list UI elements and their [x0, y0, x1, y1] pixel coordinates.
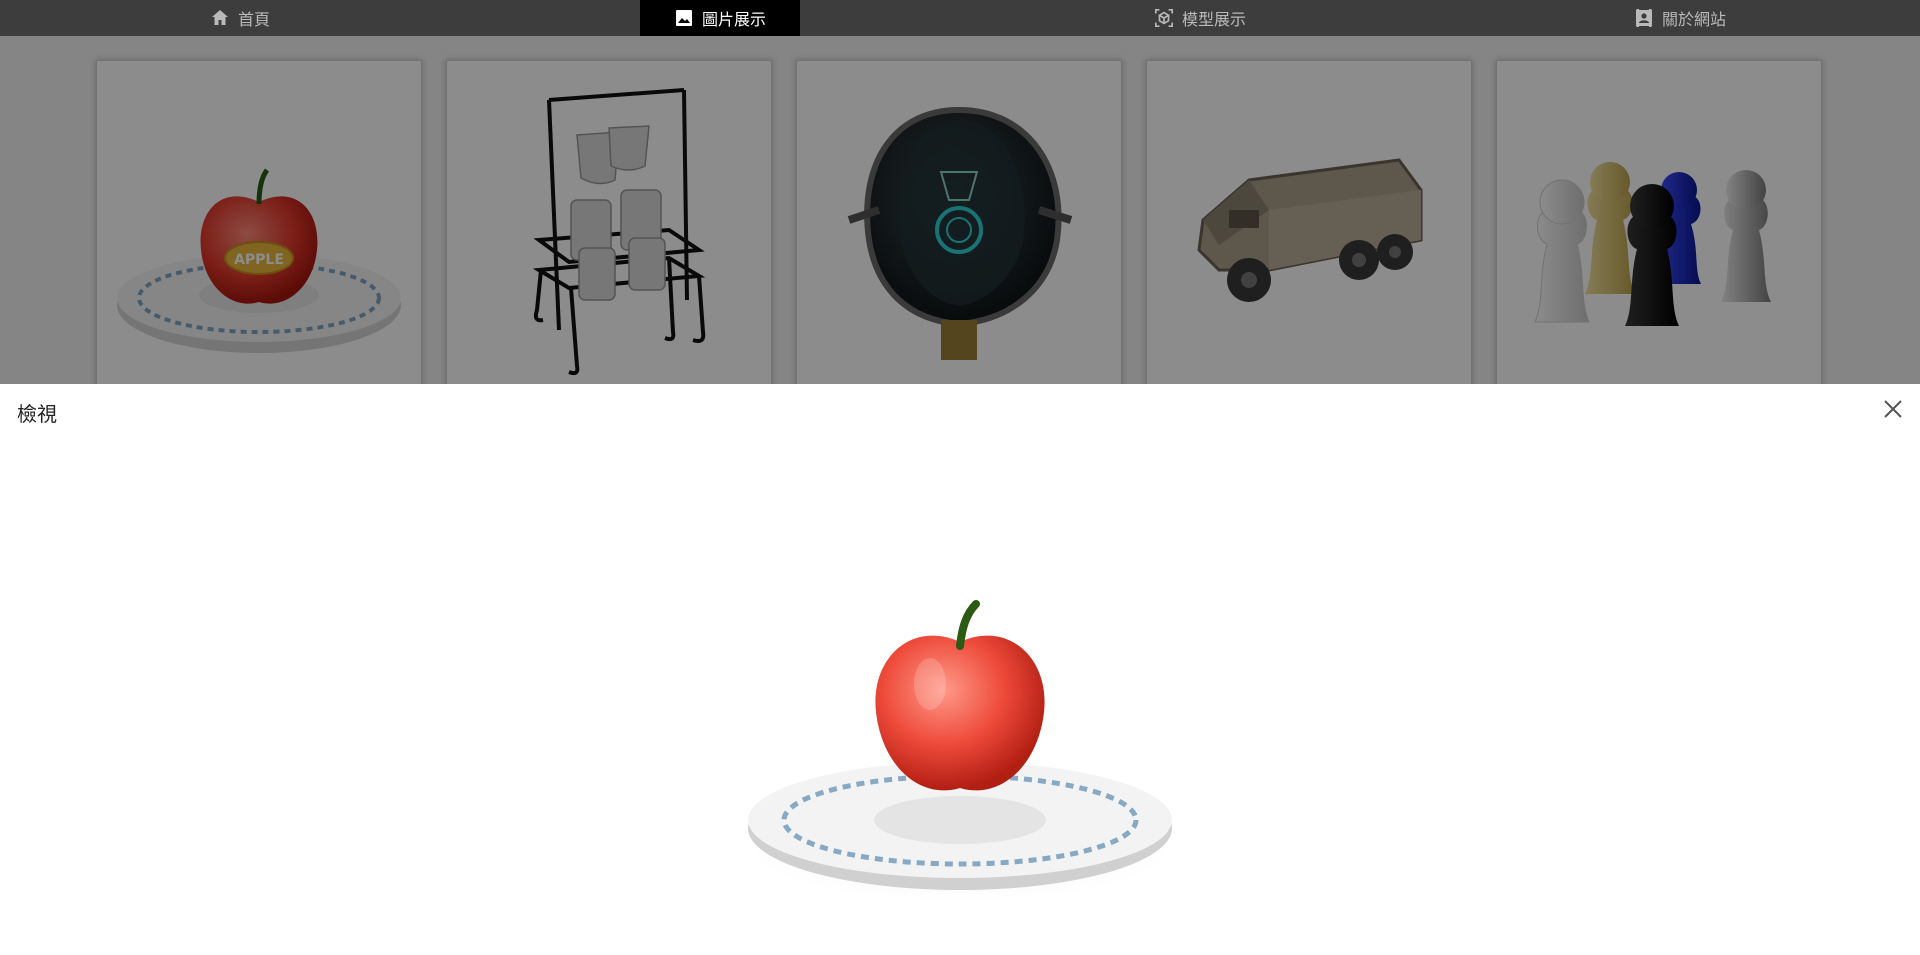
contact-card-icon: [1634, 8, 1654, 28]
nav-about-label: 關於網站: [1661, 10, 1726, 29]
helmet-thumbnail: [847, 106, 1073, 360]
apple-badge: APPLE: [234, 252, 284, 268]
nav-home[interactable]: 首頁: [0, 0, 480, 36]
gallery-card-chess[interactable]: [1496, 60, 1822, 400]
image-icon: [674, 8, 694, 28]
image-gallery: APPLE: [0, 36, 1920, 400]
image-viewer: [730, 584, 1190, 914]
home-icon: [210, 8, 230, 28]
mug-rack-thumbnail: [532, 88, 706, 376]
chess-thumbnail: [1534, 162, 1771, 326]
apple-full-image: [740, 600, 1180, 904]
nav-about[interactable]: 關於網站: [1440, 0, 1920, 36]
3d-model-icon: [1154, 8, 1174, 28]
gallery-card-mug-rack[interactable]: [446, 60, 772, 400]
nav-models-label: 模型展示: [1181, 10, 1246, 29]
close-icon: [1884, 400, 1902, 418]
close-button[interactable]: [1880, 396, 1906, 422]
apple-thumbnail: APPLE: [117, 168, 401, 353]
viewer-dialog: 檢視: [0, 384, 1920, 955]
nav-images[interactable]: 圖片展示: [480, 0, 960, 36]
gallery-card-truck[interactable]: [1146, 60, 1472, 400]
gallery-card-apple[interactable]: APPLE: [96, 60, 422, 400]
nav-home-label: 首頁: [237, 10, 270, 29]
nav-models[interactable]: 模型展示: [960, 0, 1440, 36]
gallery-card-helmet[interactable]: [796, 60, 1122, 400]
top-nav: 首頁 圖片展示 模型展示 關於網站: [0, 0, 1920, 36]
dialog-title: 檢視: [17, 402, 57, 426]
nav-images-label: 圖片展示: [701, 10, 766, 29]
truck-thumbnail: [1197, 158, 1423, 302]
